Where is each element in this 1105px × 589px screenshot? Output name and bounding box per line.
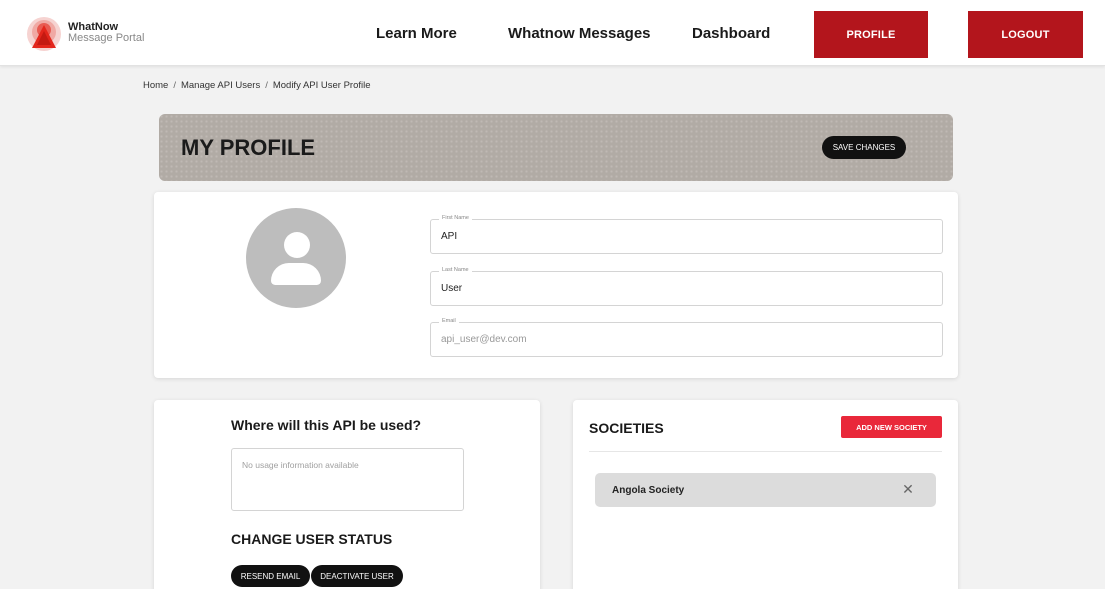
first-name-field[interactable]: First Name API — [430, 214, 943, 254]
societies-divider — [589, 451, 942, 452]
resend-email-button[interactable]: RESEND EMAIL — [231, 565, 310, 587]
breadcrumb-separator: / — [173, 80, 176, 91]
breadcrumb: Home / Manage API Users / Modify API User Pr… — [143, 80, 371, 91]
first-name-value: API — [441, 231, 458, 242]
breadcrumb-manage-api-users[interactable]: Manage API Users — [181, 80, 260, 91]
last-name-field[interactable]: Last Name User — [430, 266, 943, 306]
last-name-label: Last Name — [439, 266, 472, 274]
usage-placeholder: No usage information available — [242, 460, 359, 470]
nav-learn-more[interactable]: Learn More — [376, 25, 457, 43]
email-placeholder: api_user@dev.com — [441, 334, 527, 345]
nav-whatnow-messages[interactable]: Whatnow Messages — [508, 25, 651, 43]
society-chip[interactable]: Angola Society ✕ — [595, 473, 936, 507]
email-field[interactable]: Email api_user@dev.com — [430, 317, 943, 357]
page-title: MY PROFILE — [181, 135, 316, 160]
change-status-title: CHANGE USER STATUS — [231, 531, 393, 547]
brand-subtitle: Message Portal — [68, 32, 145, 44]
add-new-society-button[interactable]: ADD NEW SOCIETY — [841, 416, 942, 438]
profile-banner: MY PROFILE SAVE CHANGES — [159, 114, 953, 181]
avatar-head — [284, 232, 310, 258]
user-avatar-icon[interactable] — [246, 208, 346, 308]
logout-button[interactable]: LOGOUT — [968, 11, 1083, 58]
save-changes-button[interactable]: SAVE CHANGES — [822, 136, 906, 159]
breadcrumb-separator: / — [265, 80, 268, 91]
avatar-shoulders — [271, 263, 321, 285]
close-icon[interactable]: ✕ — [901, 481, 915, 497]
email-label: Email — [439, 317, 459, 325]
society-name: Angola Society — [612, 485, 685, 496]
usage-textarea[interactable]: No usage information available — [231, 448, 464, 511]
nav-dashboard[interactable]: Dashboard — [692, 25, 770, 43]
first-name-label: First Name — [439, 214, 472, 222]
societies-title: SOCIETIES — [589, 420, 664, 436]
api-usage-card: Where will this API be used? No usage in… — [154, 400, 540, 589]
top-navigation-bar: WhatNow Message Portal Learn More Whatno… — [0, 0, 1105, 66]
profile-details-card: First Name API Last Name User Email api_… — [154, 192, 958, 378]
last-name-value: User — [441, 283, 463, 294]
deactivate-user-button[interactable]: DEACTIVATE USER — [311, 565, 403, 587]
breadcrumb-current-page: Modify API User Profile — [272, 80, 371, 91]
whatnow-logo-icon[interactable] — [26, 16, 62, 52]
usage-title: Where will this API be used? — [231, 417, 422, 433]
profile-button[interactable]: PROFILE — [814, 11, 928, 58]
societies-card: SOCIETIES ADD NEW SOCIETY Angola Society… — [573, 400, 958, 589]
breadcrumb-home[interactable]: Home — [143, 80, 168, 91]
